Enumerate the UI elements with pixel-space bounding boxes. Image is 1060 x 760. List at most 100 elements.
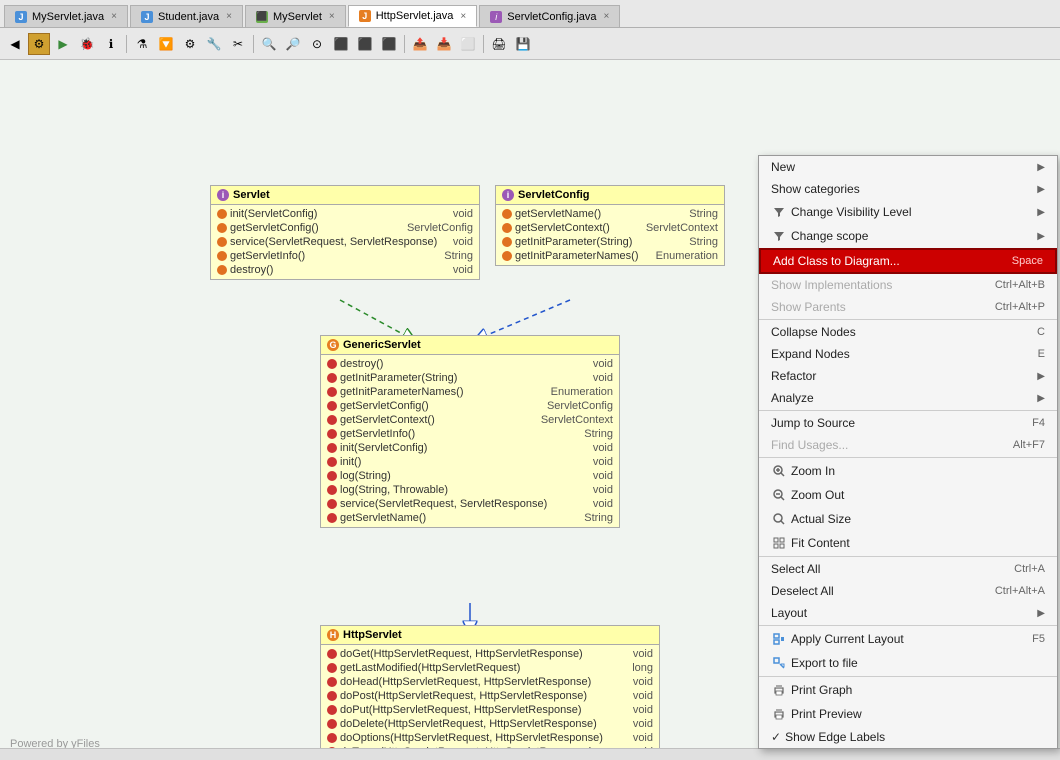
zoom-out-icon [771,487,787,503]
servletconfig-node[interactable]: i ServletConfig getServletName() String … [495,185,725,266]
cm-show-implementations[interactable]: Show Implementations Ctrl+Alt+B [759,274,1057,296]
tools2-button[interactable]: ✂ [227,33,249,55]
fit-content-icon [771,535,787,551]
layout-icon [771,631,787,647]
table-row: doPut(HttpServletRequest, HttpServletRes… [321,703,659,717]
cm-change-scope[interactable]: Change scope ▶ [759,224,1057,248]
tab-myservlet[interactable]: ⬛ MyServlet × [245,5,346,27]
method-icon [327,373,337,383]
back-button[interactable]: ◀ [4,33,26,55]
tab-close-icon[interactable]: × [460,11,466,22]
nav1-button[interactable]: ⬛ [330,33,352,55]
nav3-button[interactable]: ⬛ [378,33,400,55]
submenu-arrow: ▶ [1037,231,1045,242]
cm-show-parents[interactable]: Show Parents Ctrl+Alt+P [759,296,1057,318]
sep1 [126,35,127,53]
cm-select-all[interactable]: Select All Ctrl+A [759,558,1057,580]
tab-student-java[interactable]: J Student.java × [130,5,243,27]
save-button[interactable]: 💾 [512,33,534,55]
servletconfig-body: getServletName() String getServletContex… [496,205,724,265]
servlet-node[interactable]: i Servlet init(ServletConfig) void getSe… [210,185,480,280]
cm-zoom-out[interactable]: Zoom Out [759,483,1057,507]
export-button[interactable]: 📤 [409,33,431,55]
table-row: log(String, Throwable) void [321,483,619,497]
method-icon [327,415,337,425]
tab-close-icon[interactable]: × [329,11,335,22]
servlet-title: Servlet [233,189,270,201]
print-button[interactable]: 🖨 [488,33,510,55]
tab-close-icon[interactable]: × [111,11,117,22]
method-icon [327,649,337,659]
cm-show-categories[interactable]: Show categories ▶ [759,178,1057,200]
genericservlet-node[interactable]: G GenericServlet destroy() void getInitP… [320,335,620,528]
table-row: doHead(HttpServletRequest, HttpServletRe… [321,675,659,689]
filter-button[interactable]: ⚗ [131,33,153,55]
genericservlet-body: destroy() void getInitParameter(String) … [321,355,619,527]
tab-servletconfig-java[interactable]: i ServletConfig.java × [479,5,620,27]
cm-jump-to-source[interactable]: Jump to Source F4 [759,412,1057,434]
submenu-arrow: ▶ [1037,207,1045,218]
tab-bar: J MyServlet.java × J Student.java × ⬛ My… [0,0,1060,28]
sep2 [759,410,1057,411]
info-button[interactable]: ℹ [100,33,122,55]
nav2-button[interactable]: ⬛ [354,33,376,55]
table-row: getInitParameterNames() Enumeration [321,385,619,399]
cm-fit-content[interactable]: Fit Content [759,531,1057,555]
run-button[interactable]: ▶ [52,33,74,55]
layout-button[interactable]: ⬜ [457,33,479,55]
cm-change-visibility[interactable]: Change Visibility Level ▶ [759,200,1057,224]
table-row: service(ServletRequest, ServletResponse)… [211,235,479,249]
cm-apply-layout[interactable]: Apply Current Layout F5 [759,627,1057,651]
method-icon [327,663,337,673]
tab-myservlet-java[interactable]: J MyServlet.java × [4,5,128,27]
method-icon [327,457,337,467]
cm-refactor[interactable]: Refactor ▶ [759,365,1057,387]
check-icon: ✓ [771,730,781,744]
cm-expand-nodes[interactable]: Expand Nodes E [759,343,1057,365]
forward-button[interactable]: ⚙ [28,33,50,55]
tool-button[interactable]: 🔧 [203,33,225,55]
servletconfig-title: ServletConfig [518,189,590,201]
tab-label: Student.java [158,11,219,23]
tab-httpservlet-java[interactable]: J HttpServlet.java × [348,5,478,27]
cm-show-edge-labels[interactable]: ✓ Show Edge Labels [759,726,1057,748]
cm-deselect-all[interactable]: Deselect All Ctrl+Alt+A [759,580,1057,602]
cm-print-graph[interactable]: Print Graph [759,678,1057,702]
horizontal-scrollbar[interactable] [0,748,1060,760]
cm-collapse-nodes[interactable]: Collapse Nodes C [759,321,1057,343]
method-icon [327,677,337,687]
table-row: destroy() void [211,263,479,277]
httpservlet-node[interactable]: H HttpServlet doGet(HttpServletRequest, … [320,625,660,760]
tab-close-icon[interactable]: × [226,11,232,22]
print-preview-icon [771,706,787,722]
debug-button[interactable]: 🐞 [76,33,98,55]
main-area: i Servlet init(ServletConfig) void getSe… [0,60,1060,760]
table-row: getServletName() String [496,207,724,221]
import-button[interactable]: 📥 [433,33,455,55]
cm-layout[interactable]: Layout ▶ [759,602,1057,624]
submenu-arrow: ▶ [1037,184,1045,195]
cm-new[interactable]: New ▶ [759,156,1057,178]
cm-add-class[interactable]: Add Class to Diagram... Space [759,248,1057,274]
cm-zoom-in[interactable]: Zoom In [759,459,1057,483]
cm-print-preview[interactable]: Print Preview [759,702,1057,726]
filter2-button[interactable]: 🔽 [155,33,177,55]
cm-actual-size[interactable]: Actual Size [759,507,1057,531]
method-icon [327,471,337,481]
actual-size-icon [771,511,787,527]
tab-label: MyServlet.java [32,11,104,23]
cm-find-usages[interactable]: Find Usages... Alt+F7 [759,434,1057,456]
servletconfig-icon: i [502,189,514,201]
table-row: getServletConfig() ServletConfig [321,399,619,413]
zoom-actual-button[interactable]: ⊙ [306,33,328,55]
httpservlet-header: H HttpServlet [321,626,659,645]
interface-icon: i [490,11,502,23]
tab-close-icon[interactable]: × [604,11,610,22]
zoom-out-button[interactable]: 🔎 [282,33,304,55]
table-row: getServletContext() ServletContext [321,413,619,427]
cm-export[interactable]: Export to file [759,651,1057,675]
settings-button[interactable]: ⚙ [179,33,201,55]
zoom-in-button[interactable]: 🔍 [258,33,280,55]
cm-analyze[interactable]: Analyze ▶ [759,387,1057,409]
httpservlet-title: HttpServlet [343,629,402,641]
